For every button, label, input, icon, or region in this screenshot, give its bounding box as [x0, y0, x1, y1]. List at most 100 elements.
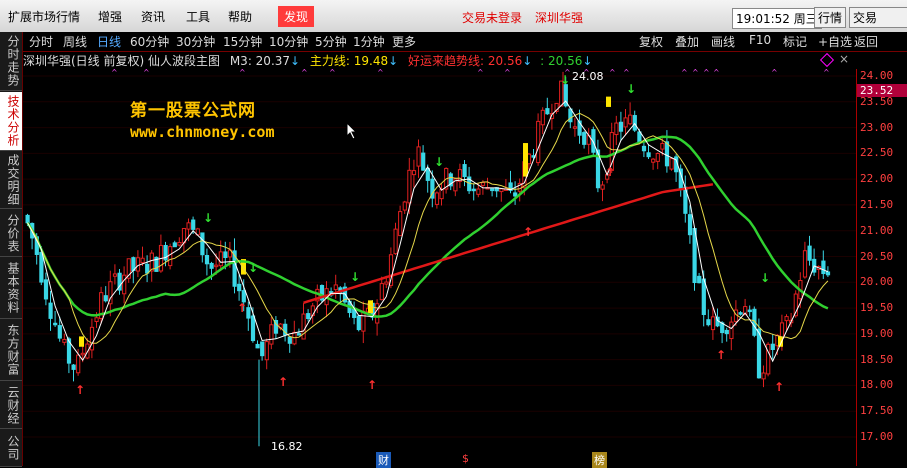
panel-close-icon[interactable]: × [839, 52, 849, 66]
quote-button[interactable]: 行情 [814, 7, 847, 28]
candle [301, 313, 306, 340]
down-arrow-icon: ↓ [582, 54, 593, 68]
watermark-url: www.chnmoney.com [130, 123, 275, 141]
candle [135, 257, 141, 272]
period-5min[interactable]: 5分钟 [315, 33, 347, 50]
candle [490, 188, 495, 192]
candle [411, 170, 417, 176]
top-marker: × [609, 69, 616, 74]
period-1min[interactable]: 1分钟 [353, 33, 385, 50]
candle [407, 169, 412, 204]
period-more[interactable]: 更多 [392, 33, 416, 50]
signal-bar [79, 336, 84, 347]
candle [237, 283, 242, 292]
candle [697, 275, 702, 284]
tab-eastmoney[interactable]: 东方财富 [0, 320, 22, 381]
period-weekly[interactable]: 周线 [63, 33, 87, 50]
candle [710, 316, 716, 331]
menu-enhance[interactable]: 增强 [98, 8, 122, 25]
indicator-info-line: 深圳华强(日线 前复权) 仙人波段主图 M3: 20.37↓ 主力线: 19.4… [23, 52, 592, 68]
candle [39, 251, 44, 283]
tab-technical[interactable]: 技术分析 [0, 92, 22, 151]
candle [264, 341, 269, 361]
candle [200, 232, 205, 256]
candle [462, 164, 467, 178]
period-10min[interactable]: 10分钟 [269, 33, 308, 50]
f10-button[interactable]: F10 [749, 33, 771, 47]
mark-button[interactable]: 标记 [783, 33, 807, 50]
candle [756, 328, 762, 379]
draw-line-button[interactable]: 画线 [711, 33, 735, 50]
candle [149, 252, 154, 272]
price-tick: 22.00 [860, 172, 894, 186]
period-60min[interactable]: 60分钟 [130, 33, 169, 50]
candle [618, 121, 624, 132]
candle [623, 117, 628, 128]
trade-button[interactable]: 交易 [849, 7, 907, 28]
period-15min[interactable]: 15分钟 [223, 33, 262, 50]
candle [250, 315, 256, 342]
top-marker: × [823, 69, 830, 74]
candle [807, 245, 812, 261]
period-daily[interactable]: 日线 [97, 33, 121, 50]
candle [425, 167, 430, 181]
candle [393, 228, 398, 255]
price-axis: 24.00 23.50 23.00 22.50 22.00 21.50 21.00 20.50… [856, 69, 907, 466]
period-30min[interactable]: 30分钟 [176, 33, 215, 50]
candle [57, 325, 62, 339]
candle [738, 312, 743, 315]
price-tick: 20.00 [860, 275, 894, 289]
candle [664, 141, 670, 167]
tab-fundamentals[interactable]: 基本资料 [0, 258, 22, 319]
candle [398, 211, 403, 237]
candle [825, 271, 831, 276]
buy-arrow-icon: ↑ [523, 225, 533, 239]
candle [48, 302, 53, 319]
candle [379, 283, 384, 301]
tab-trades[interactable]: 成交明细 [0, 152, 22, 209]
menu-help[interactable]: 帮助 [228, 8, 252, 25]
candle [687, 214, 693, 236]
candle [641, 145, 647, 152]
back-button[interactable]: 返回 [854, 33, 878, 50]
candle [333, 284, 338, 291]
tab-yuncaijing[interactable]: 云财经 [0, 382, 22, 429]
candle [660, 143, 665, 150]
overlay-button[interactable]: 叠加 [675, 33, 699, 50]
candle [25, 214, 30, 224]
period-toolbar: 分时 周线 日线 60分钟 30分钟 15分钟 10分钟 5分钟 1分钟 更多 … [23, 32, 907, 52]
signal-bar [523, 143, 528, 177]
candle [572, 126, 578, 129]
adjust-button[interactable]: 复权 [639, 33, 663, 50]
menu-extended-market[interactable]: 扩展市场行情 [8, 8, 80, 25]
panel-settings-icon[interactable] [819, 52, 835, 68]
candle [646, 152, 651, 158]
watermark-title: 第一股票公式网 [130, 101, 256, 121]
menu-news[interactable]: 资讯 [141, 8, 165, 25]
tab-price-table[interactable]: 分价表 [0, 210, 22, 257]
top-marker: × [703, 69, 710, 74]
candle [724, 329, 729, 335]
dollar-marker[interactable]: $ [462, 452, 469, 465]
period-intraday[interactable]: 分时 [29, 33, 53, 50]
candle [480, 182, 486, 186]
sell-arrow-icon: ↓ [760, 271, 770, 285]
trade-login-status[interactable]: 交易未登录 [462, 9, 522, 26]
top-marker: × [301, 69, 308, 74]
candle [384, 281, 389, 285]
candle [747, 309, 752, 313]
main-line-value: 主力线: 19.48 [309, 54, 389, 68]
clock: 19:01:52 周三 [732, 8, 822, 29]
menu-tools[interactable]: 工具 [186, 8, 210, 25]
tab-company[interactable]: 公司 [0, 430, 22, 467]
candle [43, 279, 49, 300]
side-tab-bar: 分时走势 技术分析 成交明细 分价表 基本资料 东方财富 云财经 公司 [0, 32, 23, 467]
add-watchlist-button[interactable]: +自选 [818, 33, 852, 50]
price-tick: 19.50 [860, 301, 894, 315]
high-price-label: 24.08 [572, 70, 604, 83]
menu-discover[interactable]: 发现 [278, 6, 315, 27]
tab-intraday[interactable]: 分时走势 [0, 32, 22, 91]
candle [287, 336, 292, 344]
candle [62, 338, 67, 343]
candle [770, 343, 775, 350]
